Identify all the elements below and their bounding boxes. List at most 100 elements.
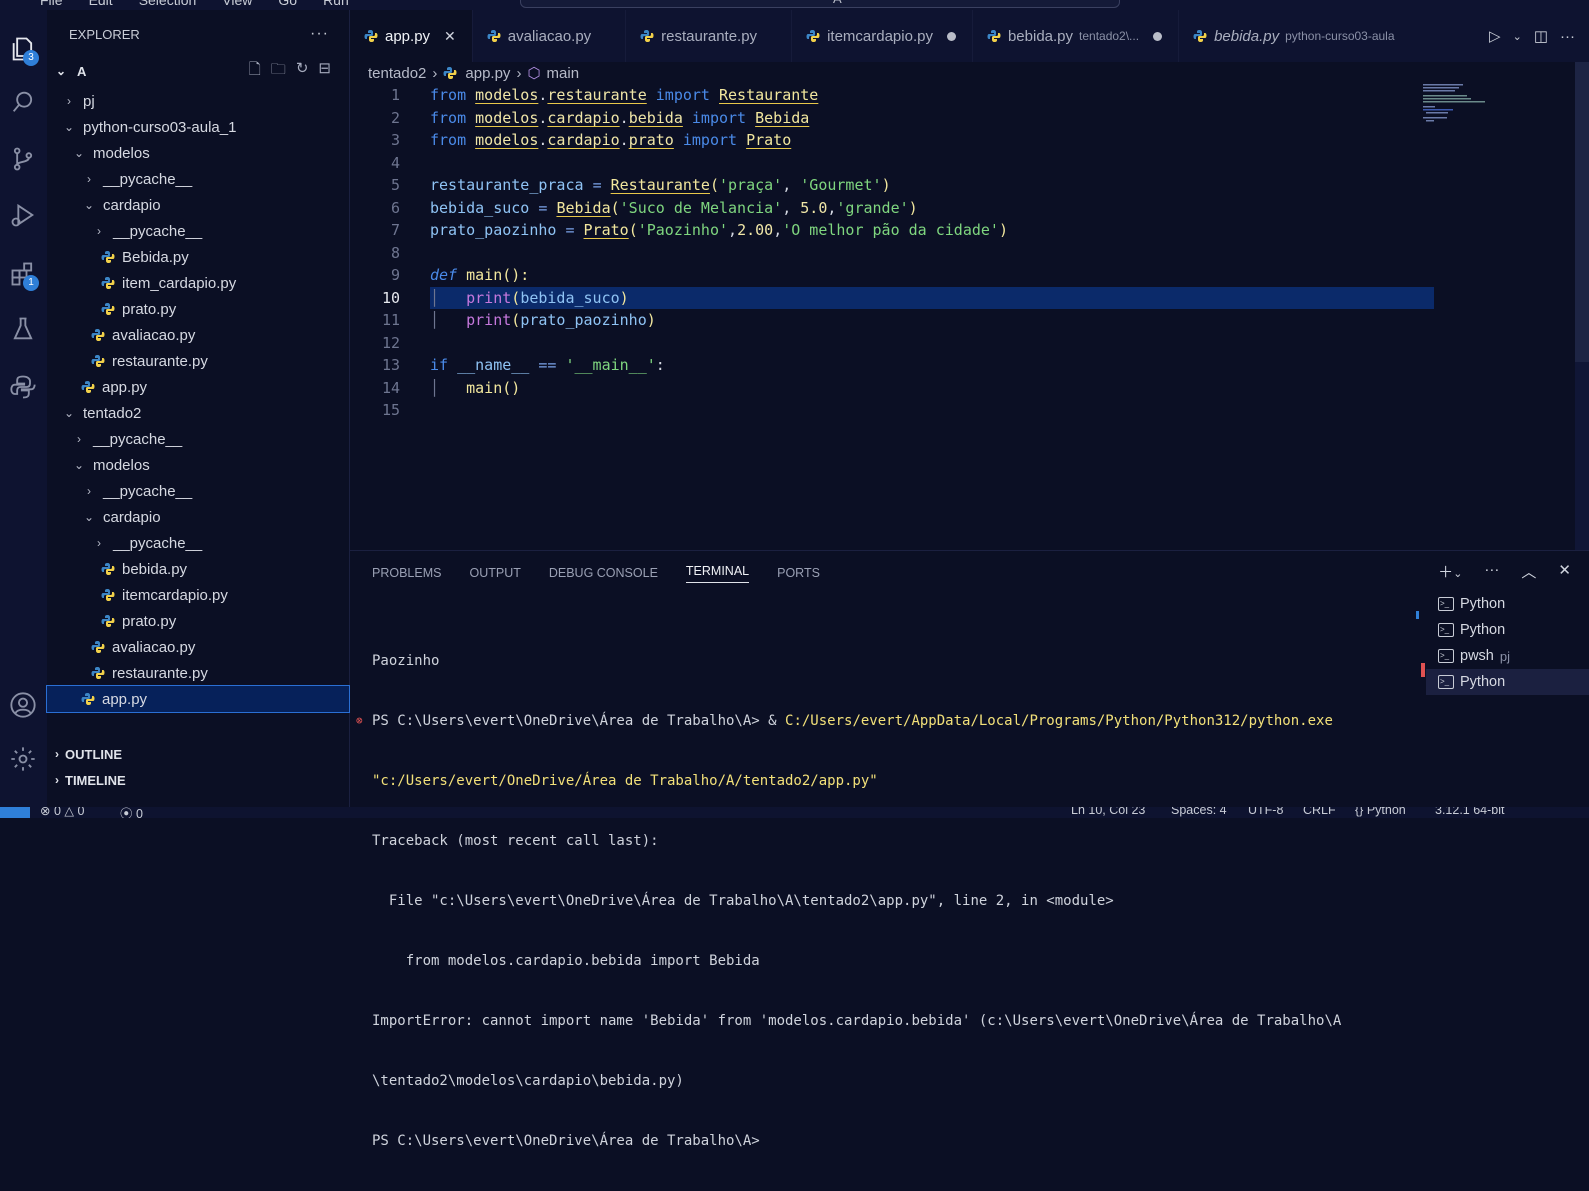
- workspace-root[interactable]: ⌄ A 🗋 🗀 ↻ ⊟: [47, 58, 349, 84]
- code-line-9: def main():: [430, 266, 530, 285]
- tree-file[interactable]: restaurante.py: [47, 348, 349, 374]
- python-file-icon: [81, 381, 95, 393]
- tree-folder[interactable]: › __pycache__: [47, 530, 349, 556]
- editor-scrollbar[interactable]: [1575, 62, 1589, 550]
- new-folder-icon[interactable]: 🗀: [271, 59, 286, 84]
- python-icon[interactable]: [4, 368, 42, 406]
- tab-terminal[interactable]: TERMINAL: [685, 564, 750, 583]
- encoding[interactable]: UTF-8: [1248, 807, 1283, 817]
- tree-item-label: __pycache__: [113, 534, 203, 552]
- split-editor-icon[interactable]: ◫: [1534, 27, 1548, 45]
- line-ending[interactable]: CRLF: [1303, 807, 1336, 817]
- source-control-icon[interactable]: [4, 140, 42, 178]
- breadcrumb-file[interactable]: app.py: [465, 65, 510, 82]
- tree-file[interactable]: app.py: [47, 374, 349, 400]
- more-actions-icon[interactable]: ···: [1484, 561, 1499, 582]
- tree-folder[interactable]: ⌄ cardapio: [47, 192, 349, 218]
- tree-file[interactable]: itemcardapio.py: [47, 582, 349, 608]
- terminal-icon: >_: [1438, 597, 1454, 611]
- tree-file[interactable]: restaurante.py: [47, 660, 349, 686]
- menu-run[interactable]: Run: [323, 0, 349, 8]
- close-icon[interactable]: ✕: [444, 28, 456, 45]
- terminal-item[interactable]: >_ Python: [1426, 617, 1589, 643]
- tree-item-label: prato.py: [122, 612, 177, 630]
- python-interpreter[interactable]: 3.12.1 64-bit: [1435, 807, 1505, 817]
- breadcrumb-symbol[interactable]: main: [547, 65, 580, 82]
- tree-folder[interactable]: ⌄ python-curso03-aula_1: [47, 114, 349, 140]
- outline-label: OUTLINE: [65, 746, 123, 762]
- tab-restaurante-py[interactable]: restaurante.py: [626, 10, 793, 62]
- command-center[interactable]: A: [520, 0, 1120, 8]
- tree-folder[interactable]: ⌄ cardapio: [47, 504, 349, 530]
- tree-folder[interactable]: ⌄ modelos: [47, 140, 349, 166]
- terminal-item[interactable]: >_ Python: [1426, 669, 1589, 695]
- tree-file[interactable]: app.py: [46, 685, 350, 713]
- explorer-icon[interactable]: 3: [4, 30, 42, 68]
- menu-go[interactable]: Go: [278, 0, 297, 8]
- ports-status[interactable]: ⦿ 0: [120, 807, 143, 818]
- tab-avaliacao-py[interactable]: avaliacao.py: [473, 10, 627, 62]
- line-number: 6: [390, 198, 400, 217]
- indentation[interactable]: Spaces: 4: [1171, 807, 1227, 817]
- collapse-all-icon[interactable]: ⊟: [318, 59, 331, 84]
- tree-file[interactable]: prato.py: [47, 296, 349, 322]
- search-icon[interactable]: [4, 83, 42, 121]
- menu-selection[interactable]: Selection: [139, 0, 197, 8]
- run-debug-icon[interactable]: [4, 196, 42, 234]
- more-actions-icon[interactable]: ···: [1560, 28, 1575, 45]
- chevron-right-icon: ›: [516, 64, 522, 82]
- maximize-panel-icon[interactable]: ︿: [1521, 561, 1536, 582]
- settings-gear-icon[interactable]: [4, 740, 42, 778]
- breadcrumb-folder[interactable]: tentado2: [368, 65, 426, 82]
- tree-folder[interactable]: › __pycache__: [47, 166, 349, 192]
- tree-file[interactable]: item_cardapio.py: [47, 270, 349, 296]
- tree-file[interactable]: avaliacao.py: [47, 634, 349, 660]
- tree-file[interactable]: bebida.py: [47, 556, 349, 582]
- tree-folder[interactable]: › pj: [47, 88, 349, 114]
- tab-debug-console[interactable]: DEBUG CONSOLE: [549, 566, 658, 580]
- cursor-position[interactable]: Ln 10, Col 23: [1071, 807, 1145, 817]
- testing-flask-icon[interactable]: [4, 310, 42, 348]
- tree-folder[interactable]: › __pycache__: [47, 218, 349, 244]
- tree-file[interactable]: avaliacao.py: [47, 322, 349, 348]
- more-actions-icon[interactable]: ···: [310, 25, 329, 43]
- terminal-item[interactable]: >_ pwsh pj: [1426, 643, 1589, 669]
- tab-bebida-py-preview[interactable]: bebida.py python-curso03-aula: [1179, 10, 1410, 62]
- chevron-down-icon[interactable]: ⌄: [1513, 30, 1522, 43]
- code-editor[interactable]: 1 from modelos.restaurante import Restau…: [350, 84, 1589, 550]
- timeline-section[interactable]: › TIMELINE: [47, 767, 349, 793]
- terminal-output[interactable]: Paozinho ⊗ PS C:\Users\evert\OneDrive\Áre…: [356, 611, 1402, 1191]
- account-icon[interactable]: [4, 686, 42, 724]
- bottom-panel: PROBLEMS OUTPUT DEBUG CONSOLE TERMINAL P…: [350, 550, 1589, 1149]
- terminal-item[interactable]: >_ Python: [1426, 591, 1589, 617]
- tab-itemcardapio-py[interactable]: itemcardapio.py: [792, 10, 973, 62]
- tab-output[interactable]: OUTPUT: [469, 566, 520, 580]
- close-panel-icon[interactable]: ✕: [1558, 561, 1571, 582]
- tree-folder[interactable]: ⌄ tentado2: [47, 400, 349, 426]
- tree-file[interactable]: Bebida.py: [47, 244, 349, 270]
- new-terminal-icon[interactable]: ＋⌄: [1438, 561, 1462, 582]
- tab-app-py[interactable]: app.py ✕: [350, 10, 473, 62]
- terminal-line: \tentado2\modelos\cardapio\bebida.py): [372, 1073, 684, 1089]
- tab-bebida-py-tentado2[interactable]: bebida.py tentado2\...: [973, 10, 1180, 62]
- run-python-icon[interactable]: ▷: [1489, 27, 1501, 45]
- new-file-icon[interactable]: 🗋: [249, 59, 261, 84]
- menu-view[interactable]: View: [222, 0, 252, 8]
- tree-file[interactable]: prato.py: [47, 608, 349, 634]
- terminal-line: Paozinho: [372, 653, 440, 669]
- problems-status[interactable]: ⊗ 0 △ 0: [40, 807, 84, 818]
- breadcrumb: tentado2 › app.py › ⬡ main: [350, 62, 1589, 84]
- tree-folder[interactable]: › __pycache__: [47, 426, 349, 452]
- tree-folder[interactable]: › __pycache__: [47, 478, 349, 504]
- minimap[interactable]: [1423, 84, 1493, 124]
- remote-indicator[interactable]: [0, 807, 30, 818]
- tree-folder[interactable]: ⌄ modelos: [47, 452, 349, 478]
- refresh-icon[interactable]: ↻: [296, 59, 309, 84]
- menu-file[interactable]: File: [40, 0, 63, 8]
- menu-edit[interactable]: Edit: [89, 0, 113, 8]
- language-mode[interactable]: {} Python: [1355, 807, 1406, 817]
- tab-ports[interactable]: PORTS: [777, 566, 820, 580]
- extensions-icon[interactable]: 1: [4, 255, 42, 293]
- outline-section[interactable]: › OUTLINE: [47, 741, 349, 767]
- tab-problems[interactable]: PROBLEMS: [372, 566, 441, 580]
